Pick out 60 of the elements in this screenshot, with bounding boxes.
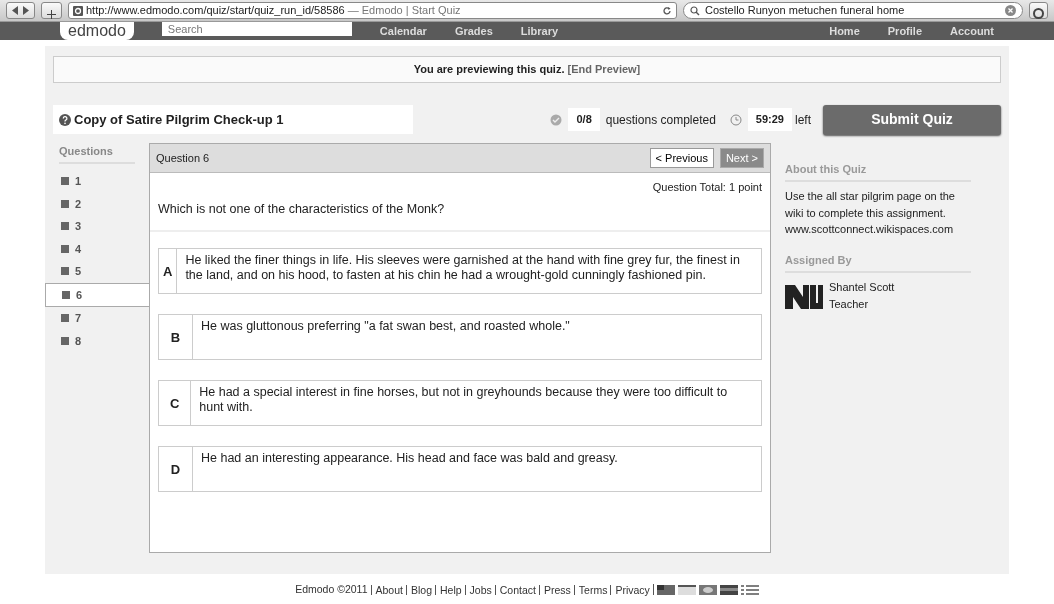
question-link[interactable]: 7 bbox=[53, 307, 149, 330]
answer-option[interactable]: A He liked the finer things in life. His sleeves were garnished at the hand with fine grey fur, the finest in the land, and on his hood, to fasten at his chin he had a wrought-gold cunningly fashioned pin. bbox=[158, 248, 762, 295]
answer-option[interactable]: D He had an interesting appearance. His head and face was bald and greasy. bbox=[158, 446, 762, 493]
search-icon bbox=[690, 5, 702, 16]
questions-heading: Questions bbox=[59, 142, 135, 164]
nav-link[interactable]: Profile bbox=[887, 22, 922, 40]
time-remaining: 59:29 bbox=[747, 108, 792, 131]
question-link[interactable]: 8 bbox=[53, 329, 149, 352]
question-link[interactable]: 3 bbox=[53, 215, 149, 238]
footer-link[interactable]: Press bbox=[538, 584, 571, 596]
question-icon bbox=[59, 113, 71, 126]
search-field[interactable]: Costello Runyon metuchen funeral home bbox=[683, 2, 1023, 19]
footer-link[interactable]: Jobs bbox=[464, 584, 492, 596]
question-heading: Question 6 bbox=[156, 150, 210, 166]
teacher-role: Teacher bbox=[829, 296, 870, 312]
section-heading: About this Quiz bbox=[785, 160, 971, 182]
nav-link[interactable]: Account bbox=[950, 22, 994, 40]
question-total: Question Total: 1 point bbox=[651, 180, 763, 195]
url-field[interactable]: http://www.edmodo.com/quiz/start/quiz_run_id/58586 — Edmodo | Start Quiz bbox=[68, 2, 677, 19]
nav-link[interactable]: Calendar bbox=[379, 22, 427, 40]
footer-link[interactable]: About bbox=[370, 584, 403, 596]
forward-icon[interactable] bbox=[22, 6, 30, 15]
circle-icon[interactable] bbox=[1033, 7, 1044, 19]
about-text: Use the all star pilgrim page on the wiki to complete this assignment. www.scottconnect.wikispaces.com bbox=[785, 189, 956, 237]
quiz-title: Copy of Satire Pilgrim Check-up 1 bbox=[74, 110, 284, 129]
clock-icon bbox=[729, 113, 742, 126]
question-link[interactable]: 6 bbox=[45, 282, 149, 307]
nav-link[interactable]: Library bbox=[520, 22, 559, 40]
teacher-name: Shantel Scott bbox=[829, 280, 895, 295]
reload-icon[interactable] bbox=[662, 5, 672, 16]
plus-icon[interactable] bbox=[47, 9, 56, 19]
preview-text: You are previewing this quiz. bbox=[413, 63, 566, 75]
nav-link[interactable]: Home bbox=[829, 22, 860, 40]
clear-icon[interactable] bbox=[1005, 5, 1016, 16]
footer-link[interactable]: Terms bbox=[573, 584, 608, 596]
footer-link[interactable]: Help bbox=[434, 584, 462, 596]
question-link[interactable]: 1 bbox=[53, 170, 149, 193]
check-circle-icon bbox=[550, 113, 563, 126]
time-label: left bbox=[795, 111, 811, 129]
logo-text[interactable]: edmodo bbox=[60, 22, 134, 40]
answer-option[interactable]: C He had a special interest in fine horses, but not in greyhounds because they were too difficult to hunt with. bbox=[158, 380, 762, 427]
site-icon bbox=[73, 5, 83, 16]
previous-button[interactable]: < Previous bbox=[649, 147, 714, 168]
footer-link[interactable]: Contact bbox=[494, 584, 536, 596]
answer-option[interactable]: B He was gluttonous preferring "a fat swan best, and roasted whole." bbox=[158, 314, 762, 361]
submit-quiz-button[interactable]: Submit Quiz bbox=[823, 104, 1001, 135]
question-link[interactable]: 5 bbox=[53, 260, 149, 283]
section-heading: Assigned By bbox=[785, 251, 971, 273]
question-link[interactable]: 4 bbox=[53, 237, 149, 260]
footer-link[interactable]: Privacy bbox=[610, 584, 650, 596]
nav-link[interactable]: Grades bbox=[454, 22, 493, 40]
search-field[interactable]: Search bbox=[161, 22, 352, 36]
completed-count: 0/8 bbox=[568, 108, 600, 131]
back-icon[interactable] bbox=[11, 6, 19, 15]
copyright-text: Edmodo ©2011 bbox=[295, 582, 368, 597]
question-text: Which is not one of the characteristics of the Monk? bbox=[150, 195, 770, 233]
footer-link[interactable]: Blog bbox=[405, 584, 432, 596]
completed-label: questions completed bbox=[605, 111, 716, 129]
end-preview-link[interactable]: [End Preview] bbox=[567, 63, 641, 75]
question-link[interactable]: 2 bbox=[53, 192, 149, 215]
